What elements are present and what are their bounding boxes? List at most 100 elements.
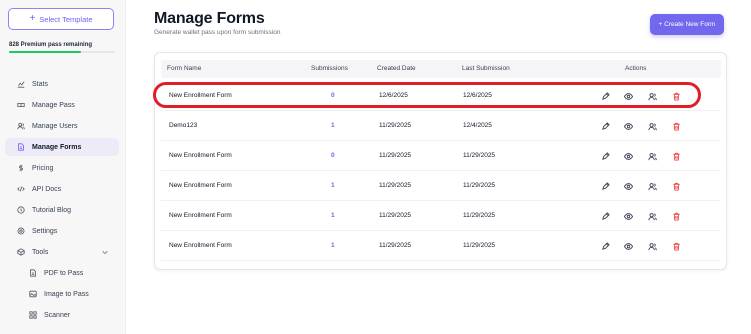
sidebar-item-manage-users[interactable]: Manage Users <box>5 117 119 135</box>
sidebar-item-manage-forms[interactable]: Manage Forms <box>5 138 119 156</box>
table-header: Form Name Submissions Created Date Last … <box>161 60 721 78</box>
create-new-form-button[interactable]: + Create New Form <box>650 14 724 35</box>
sidebar-item-label: Image to Pass <box>44 290 89 298</box>
sidebar-item-label: Scanner <box>44 311 71 319</box>
edit-icon[interactable] <box>600 181 610 191</box>
pass-icon <box>16 101 25 110</box>
sidebar-item-pdf-to-pass[interactable]: PDF to Pass <box>5 264 119 282</box>
cell-form-name: New Enrollment Form <box>169 92 232 99</box>
view-icon[interactable] <box>623 91 633 101</box>
sidebar-item-label: Stats <box>32 80 48 88</box>
cell-last-submission: 11/29/2025 <box>463 182 496 189</box>
cell-created-date: 11/29/2025 <box>379 242 412 249</box>
edit-icon[interactable] <box>600 151 610 161</box>
sidebar-item-scanner[interactable]: Scanner <box>5 306 119 324</box>
cell-submissions[interactable]: 1 <box>331 182 335 189</box>
users-icon[interactable] <box>647 91 657 101</box>
forms-table-card: Form Name Submissions Created Date Last … <box>154 52 727 270</box>
edit-icon[interactable] <box>600 211 610 221</box>
column-header-created-date: Created Date <box>377 65 416 72</box>
sidebar: + Select Template 828 Premium pass remai… <box>0 0 126 334</box>
image-icon <box>28 290 37 299</box>
table-row: New Enrollment Form 0 11/29/2025 11/29/2025 <box>161 141 721 171</box>
code-icon <box>16 185 25 194</box>
cell-created-date: 11/29/2025 <box>379 182 412 189</box>
users-icon[interactable] <box>647 241 657 251</box>
plus-icon: + <box>29 13 36 24</box>
cell-submissions[interactable]: 1 <box>331 122 335 129</box>
users-icon[interactable] <box>647 151 657 161</box>
sidebar-item-pricing[interactable]: Pricing <box>5 159 119 177</box>
tools-icon <box>16 248 25 257</box>
edit-icon[interactable] <box>600 91 610 101</box>
view-icon[interactable] <box>623 211 633 221</box>
cell-submissions[interactable]: 0 <box>331 92 335 99</box>
cell-created-date: 11/29/2025 <box>379 122 412 129</box>
select-template-label: Select Template <box>39 14 93 24</box>
select-template-button[interactable]: + Select Template <box>8 8 114 30</box>
cell-last-submission: 12/6/2025 <box>463 92 492 99</box>
table-row: New Enrollment Form 1 11/29/2025 11/29/2025 <box>161 171 721 201</box>
blog-icon <box>16 206 25 215</box>
table-row: Demo123 1 11/29/2025 12/4/2025 <box>161 111 721 141</box>
sidebar-item-settings[interactable]: Settings <box>5 222 119 240</box>
pdf-icon <box>28 269 37 278</box>
main-content: Manage Forms Generate wallet pass upon f… <box>126 0 751 334</box>
users-icon[interactable] <box>647 211 657 221</box>
column-header-last-submission: Last Submission <box>462 65 510 72</box>
delete-icon[interactable] <box>671 211 681 221</box>
premium-remaining-text: 828 Premium pass remaining <box>9 42 93 48</box>
sidebar-item-tutorial-blog[interactable]: Tutorial Blog <box>5 201 119 219</box>
sidebar-item-stats[interactable]: Stats <box>5 75 119 93</box>
sidebar-item-label: Manage Forms <box>32 143 82 151</box>
view-icon[interactable] <box>623 151 633 161</box>
cell-created-date: 11/29/2025 <box>379 212 412 219</box>
edit-icon[interactable] <box>600 121 610 131</box>
cell-last-submission: 11/29/2025 <box>463 212 496 219</box>
users-icon[interactable] <box>647 181 657 191</box>
cell-submissions[interactable]: 1 <box>331 242 335 249</box>
cell-last-submission: 12/4/2025 <box>463 122 492 129</box>
scanner-icon <box>28 311 37 320</box>
sidebar-item-image-to-pass[interactable]: Image to Pass <box>5 285 119 303</box>
cell-submissions[interactable]: 0 <box>331 152 335 159</box>
cell-last-submission: 11/29/2025 <box>463 242 496 249</box>
sidebar-item-label: Settings <box>32 227 58 235</box>
cell-submissions[interactable]: 1 <box>331 212 335 219</box>
delete-icon[interactable] <box>671 91 681 101</box>
sidebar-item-label: PDF to Pass <box>44 269 84 277</box>
sidebar-item-label: Manage Users <box>32 122 78 130</box>
sidebar-item-label: Tutorial Blog <box>32 206 72 214</box>
sidebar-item-tools[interactable]: Tools <box>5 243 119 261</box>
sidebar-item-label: API Docs <box>32 185 62 193</box>
delete-icon[interactable] <box>671 121 681 131</box>
view-icon[interactable] <box>623 241 633 251</box>
premium-progress-fill <box>9 51 82 53</box>
premium-progress-bar <box>9 51 115 53</box>
users-icon[interactable] <box>647 121 657 131</box>
cell-form-name: New Enrollment Form <box>169 242 232 249</box>
gear-icon <box>16 227 25 236</box>
view-icon[interactable] <box>623 121 633 131</box>
sidebar-item-api-docs[interactable]: API Docs <box>5 180 119 198</box>
sidebar-item-label: Manage Pass <box>32 101 75 109</box>
edit-icon[interactable] <box>600 241 610 251</box>
table-row: New Enrollment Form 0 12/6/2025 12/6/2025 <box>161 81 721 111</box>
sidebar-item-label: Pricing <box>32 164 54 172</box>
cell-created-date: 12/6/2025 <box>379 92 408 99</box>
delete-icon[interactable] <box>671 151 681 161</box>
sidebar-item-manage-pass[interactable]: Manage Pass <box>5 96 119 114</box>
table-row: New Enrollment Form 1 11/29/2025 11/29/2025 <box>161 231 721 261</box>
view-icon[interactable] <box>623 181 633 191</box>
users-icon <box>16 122 25 131</box>
page-subtitle: Generate wallet pass upon form submissio… <box>154 29 281 36</box>
forms-icon <box>16 143 25 152</box>
stats-icon <box>16 80 25 89</box>
cell-last-submission: 11/29/2025 <box>463 152 496 159</box>
cell-form-name: New Enrollment Form <box>169 182 232 189</box>
column-header-actions: Actions <box>625 65 647 72</box>
delete-icon[interactable] <box>671 181 681 191</box>
dollar-icon <box>16 164 25 173</box>
delete-icon[interactable] <box>671 241 681 251</box>
page-title: Manage Forms <box>154 10 265 27</box>
